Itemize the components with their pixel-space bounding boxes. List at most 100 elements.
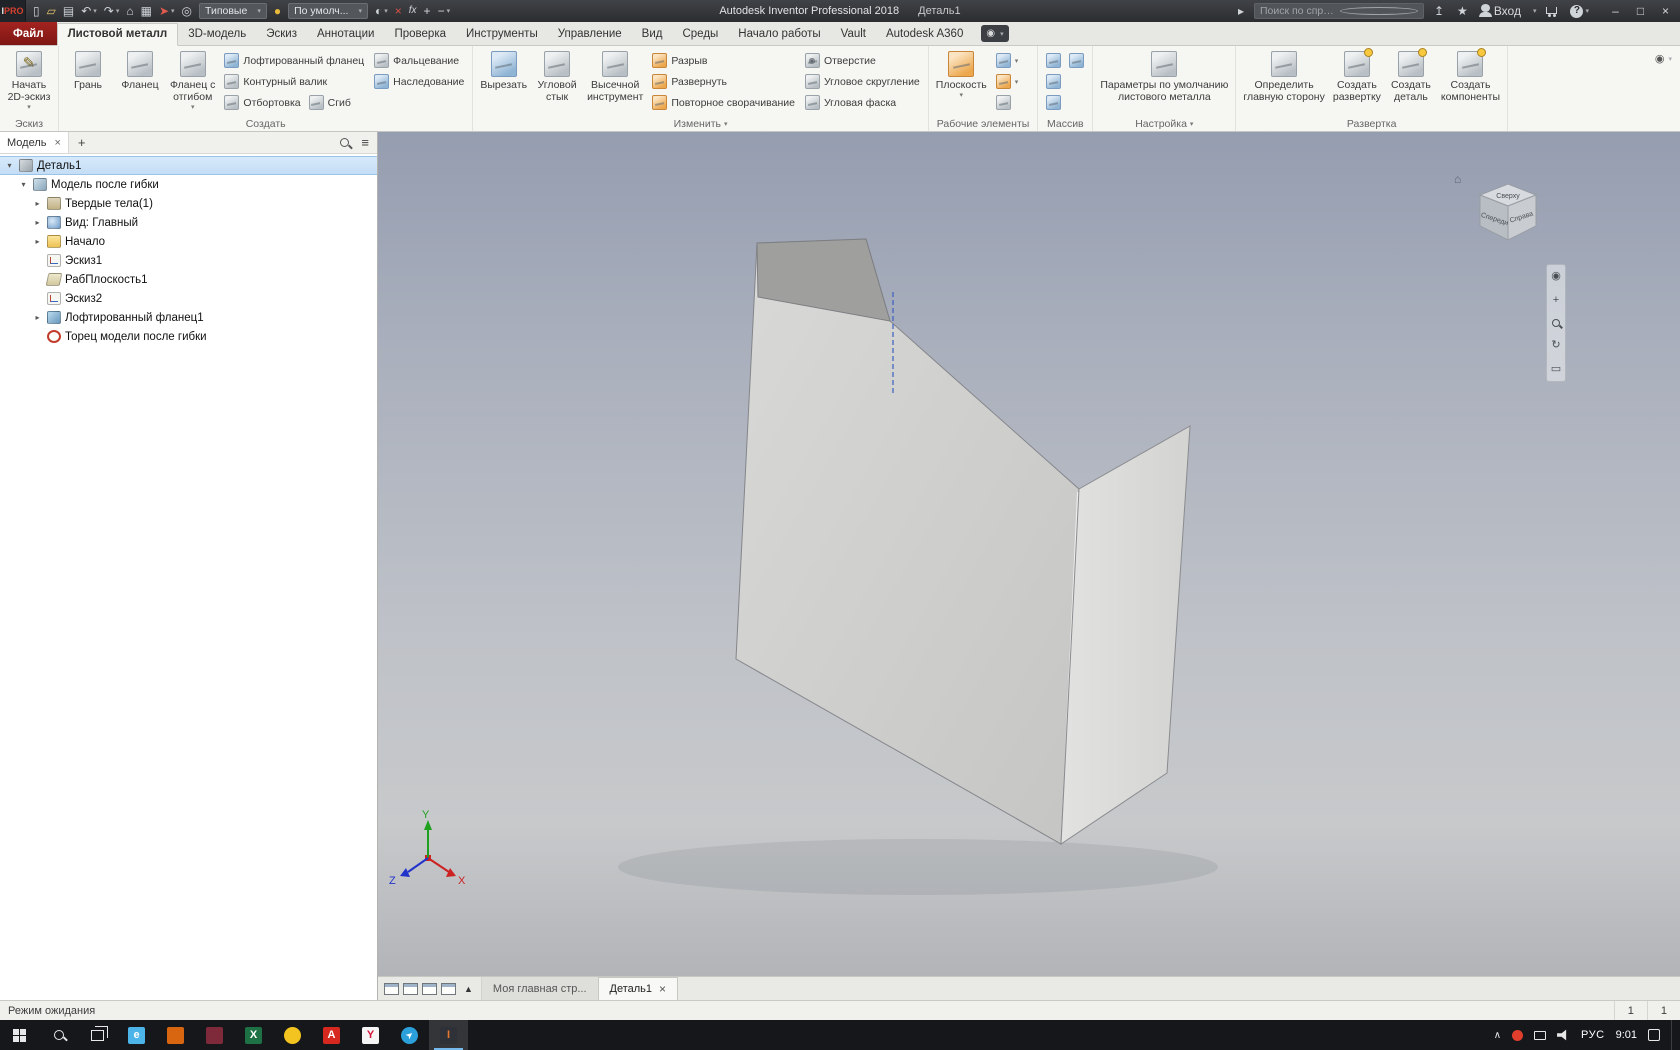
window-tile-icon[interactable] <box>403 983 418 995</box>
tab-начало-работы[interactable]: Начало работы <box>728 24 830 45</box>
button-circular-pattern[interactable] <box>1065 50 1088 71</box>
tree-item-твердые-тела-1[interactable]: ▸Твердые тела(1) <box>0 194 377 213</box>
button-параметры-по-умолчанию-листового-металла[interactable]: Параметры по умолчанию листового металла <box>1097 49 1231 105</box>
capture-widget[interactable]: ◉▾ <box>981 25 1008 42</box>
window-cascade-icon[interactable] <box>384 983 399 995</box>
material-ball-icon[interactable]: ● <box>271 2 284 20</box>
search-expand-icon[interactable]: ▸ <box>1235 2 1247 20</box>
button-сгиб[interactable]: Сгиб <box>305 92 355 113</box>
help-button[interactable]: ? ▾ <box>1567 2 1592 20</box>
store-cart-icon[interactable] <box>1543 2 1560 20</box>
button-фланец[interactable]: Фланец <box>115 49 165 93</box>
button-плоскость[interactable]: Плоскость▾ <box>933 49 990 102</box>
window-horizontal-icon[interactable] <box>422 983 437 995</box>
undo-button[interactable]: ↶▾ <box>78 2 100 20</box>
button-начать-2d-эскиз[interactable]: Начать 2D-эскиз▾ <box>4 49 54 114</box>
browser-menu-icon[interactable]: ≡ <box>361 135 369 150</box>
button-повторное-сворачивание[interactable]: Повторное сворачивание <box>648 92 799 113</box>
tab-эскиз[interactable]: Эскиз <box>256 24 307 45</box>
maroon-app[interactable] <box>195 1020 234 1050</box>
tab-вид[interactable]: Вид <box>632 24 673 45</box>
clock[interactable]: 9:01 <box>1616 1029 1637 1041</box>
favorites-star-icon[interactable]: ★ <box>1454 2 1471 20</box>
close-button[interactable]: × <box>1653 0 1678 22</box>
sign-in-button[interactable]: Вход <box>1478 2 1524 20</box>
tree-item-рабплоскость1[interactable]: РабПлоскость1 <box>0 270 377 289</box>
button-развернуть[interactable]: Развернуть <box>648 71 731 92</box>
tab-управление[interactable]: Управление <box>548 24 632 45</box>
document-tab-моя-главная-стр[interactable]: Моя главная стр... <box>481 977 598 1000</box>
ribbon-display-options[interactable]: ◉▾ <box>1655 52 1672 65</box>
defender-tray-icon[interactable] <box>1512 1030 1523 1041</box>
share-icon[interactable]: ↥ <box>1431 2 1447 20</box>
fx-parameters-button[interactable]: fx <box>406 2 420 20</box>
save-button[interactable]: ▤ <box>60 2 77 20</box>
tree-item-деталь1[interactable]: ▾Деталь1 <box>0 156 377 175</box>
tree-item-модель-после-гибки[interactable]: ▾Модель после гибки <box>0 175 377 194</box>
add-browser-tab-button[interactable]: + <box>69 135 95 150</box>
button-создать-развертку[interactable]: Создать развертку <box>1330 49 1384 105</box>
group-label-изменить[interactable]: Изменить▾ <box>477 116 923 131</box>
tab-autodesk-a360[interactable]: Autodesk A360 <box>876 24 973 45</box>
viewport-canvas[interactable]: Y X Z ⌂ Сверх <box>378 132 1680 976</box>
measure-plus-button[interactable]: + <box>421 2 434 20</box>
tab-проверка[interactable]: Проверка <box>384 24 456 45</box>
viewcube-home-icon[interactable]: ⌂ <box>1454 172 1461 186</box>
button-наследование[interactable]: Наследование <box>370 71 468 92</box>
navigation-wheel-icon[interactable]: ◉ <box>1551 271 1561 282</box>
maximize-button[interactable]: □ <box>1628 0 1653 22</box>
minimize-button[interactable]: – <box>1603 0 1628 22</box>
tab-vault[interactable]: Vault <box>831 24 876 45</box>
yandex-app[interactable]: Y <box>351 1020 390 1050</box>
office-orange-app[interactable] <box>156 1020 195 1050</box>
open-button[interactable]: ▱ <box>44 2 59 20</box>
taskbar-search-button[interactable] <box>39 1020 78 1050</box>
group-label-настройка[interactable]: Настройка▾ <box>1097 116 1231 131</box>
new-file-button[interactable]: ▯ <box>30 2 43 20</box>
acrobat-app[interactable]: A <box>312 1020 351 1050</box>
start-button[interactable] <box>0 1020 39 1050</box>
button-угловой-стык[interactable]: Угловой стык <box>532 49 582 105</box>
button-вырезать[interactable]: Вырезать <box>477 49 530 93</box>
browser-search-icon[interactable] <box>340 138 349 147</box>
network-tray-icon[interactable] <box>1534 1031 1546 1040</box>
clear-appearance-button[interactable]: × <box>392 2 405 20</box>
chevron-down-icon[interactable]: ▾ <box>1533 7 1537 15</box>
tree-item-лофтированный-фланец1[interactable]: ▸Лофтированный фланец1 <box>0 308 377 327</box>
tree-item-вид-главный[interactable]: ▸Вид: Главный <box>0 213 377 232</box>
close-icon[interactable]: × <box>54 137 60 149</box>
yellow-circle-app[interactable] <box>273 1020 312 1050</box>
tree-expand-icon[interactable]: ▸ <box>32 218 43 227</box>
edge-app[interactable]: e <box>117 1020 156 1050</box>
button-work-ucs[interactable] <box>992 92 1015 113</box>
button-sketch-driven-pattern[interactable] <box>1042 92 1065 113</box>
task-view-button[interactable] <box>78 1020 117 1050</box>
appearance-combo[interactable]: По умолч...▾ <box>288 3 368 19</box>
tree-expand-icon[interactable]: ▸ <box>32 313 43 322</box>
button-work-point[interactable]: ▾ <box>992 71 1023 92</box>
button-отверстие[interactable]: Отверстие <box>801 50 880 71</box>
tree-item-эскиз2[interactable]: Эскиз2 <box>0 289 377 308</box>
window-vertical-icon[interactable] <box>441 983 456 995</box>
minus-tool-button[interactable]: −▾ <box>435 2 454 20</box>
viewcube[interactable]: ⌂ Сверху Спереди Справа <box>1468 176 1548 254</box>
button-грань[interactable]: Грань <box>63 49 113 93</box>
button-угловая-фаска[interactable]: Угловая фаска <box>801 92 900 113</box>
appearance-globe-button[interactable]: ◎ <box>179 2 195 20</box>
button-создать-деталь[interactable]: Создать деталь <box>1386 49 1436 105</box>
show-desktop-button[interactable] <box>1671 1020 1677 1050</box>
button-фланец-с-отгибом[interactable]: Фланец с отгибом▾ <box>167 49 218 114</box>
button-rectangular-pattern[interactable] <box>1042 50 1065 71</box>
button-угловое-скругление[interactable]: Угловое скругление <box>801 71 924 92</box>
tree-expand-icon[interactable]: ▸ <box>32 199 43 208</box>
redo-button[interactable]: ↷▾ <box>101 2 123 20</box>
button-лофтированный-фланец[interactable]: Лофтированный фланец <box>220 50 368 71</box>
tree-item-торец-модели-после-гибки[interactable]: Торец модели после гибки <box>0 327 377 346</box>
tree-item-эскиз1[interactable]: Эскиз1 <box>0 251 377 270</box>
select-tool-button[interactable]: ➤▾ <box>156 2 178 20</box>
button-разрыв[interactable]: Разрыв <box>648 50 711 71</box>
help-search-input[interactable]: Поиск по справке и командам. <box>1254 3 1424 19</box>
part-web-face[interactable] <box>736 239 1079 844</box>
tab-3d-модель[interactable]: 3D-модель <box>178 24 256 45</box>
language-indicator[interactable]: РУС <box>1581 1029 1605 1041</box>
